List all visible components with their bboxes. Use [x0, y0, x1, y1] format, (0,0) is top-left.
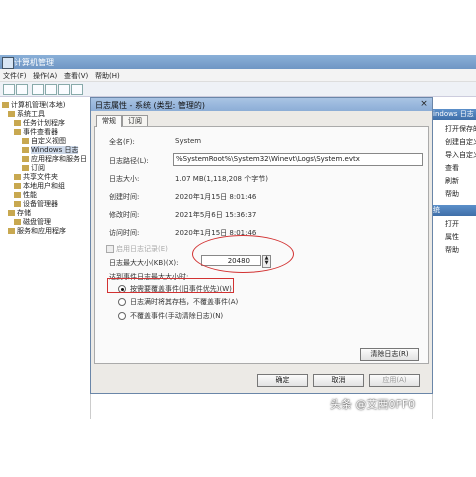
event-viewer-icon — [14, 129, 21, 135]
archive-when-full-radio[interactable] — [118, 298, 126, 306]
computer-icon — [2, 102, 9, 108]
created-value: 2020年1月15日 8:01:46 — [175, 193, 257, 201]
action-refresh[interactable]: 刷新 — [445, 176, 459, 186]
action-create-custom[interactable]: 创建自定义 — [445, 137, 476, 147]
window-title: 计算机管理 — [14, 58, 54, 67]
dialog-title: 日志属性 - 系统 (类型: 管理的) — [95, 101, 205, 110]
subscription-icon — [22, 165, 29, 171]
dialog-titlebar: 日志属性 - 系统 (类型: 管理的) × — [91, 98, 432, 111]
back-icon[interactable] — [3, 84, 15, 95]
clear-log-button[interactable]: 清除日志(R) — [360, 348, 419, 361]
navigation-tree: 计算机管理(本地) 系统工具 任务计划程序 事件查看器 自定义视图 Window… — [0, 97, 91, 419]
storage-icon — [8, 210, 15, 216]
ok-button[interactable]: 确定 — [257, 374, 308, 387]
full-name-label: 全名(F): — [109, 138, 135, 146]
action-help-2[interactable]: 帮助 — [445, 245, 459, 255]
apply-button[interactable]: 应用(A) — [369, 374, 420, 387]
modified-label: 修改时间: — [109, 211, 140, 219]
action-open[interactable]: 打开 — [445, 219, 459, 229]
clock-icon — [14, 120, 21, 126]
highlight-oval — [192, 235, 294, 273]
full-name-value: System — [175, 137, 202, 145]
disk-icon — [14, 219, 21, 225]
action-import-custom[interactable]: 导入自定义 — [445, 150, 476, 160]
device-icon — [14, 201, 21, 207]
toolbar — [0, 82, 476, 97]
action-properties[interactable]: 属性 — [445, 232, 459, 242]
folder-icon — [22, 138, 29, 144]
log-size-value: 1.07 MB(1,118,208 个字节) — [175, 175, 268, 183]
do-not-overwrite-label: 不覆盖事件(手动清除日志)(N) — [130, 312, 224, 320]
modified-value: 2021年5月6日 15:36:37 — [175, 211, 257, 219]
computer-management-icon — [2, 57, 14, 69]
cancel-button[interactable]: 取消 — [313, 374, 364, 387]
forward-icon[interactable] — [16, 84, 28, 95]
watermark: 头条 @艾西0FF0 — [330, 398, 416, 411]
action-open-saved[interactable]: 打开保存的 — [445, 124, 476, 134]
created-label: 创建时间: — [109, 193, 140, 201]
properties-icon[interactable] — [58, 84, 70, 95]
action-view[interactable]: 查看 — [445, 163, 459, 173]
help-icon[interactable] — [71, 84, 83, 95]
close-icon[interactable]: × — [419, 99, 429, 109]
performance-icon — [14, 192, 21, 198]
max-size-label: 日志最大大小(KB)(X): — [109, 259, 179, 267]
actions-header-logs: indows 日志 — [433, 109, 476, 120]
action-help[interactable]: 帮助 — [445, 189, 459, 199]
enable-logging-checkbox[interactable] — [106, 245, 114, 253]
menu-view[interactable]: 查看(V) — [64, 71, 88, 81]
actions-pane: indows 日志 打开保存的 创建自定义 导入自定义 查看 刷新 帮助 统 打… — [432, 97, 476, 419]
highlight-box — [107, 278, 234, 293]
tab-general[interactable]: 常规 — [96, 115, 122, 127]
folder-icon — [22, 147, 29, 153]
log-path-field[interactable]: %SystemRoot%\System32\Winevt\Logs\System… — [173, 153, 423, 166]
users-icon — [14, 183, 21, 189]
enable-logging-label: 启用日志记录(E) — [116, 245, 168, 253]
log-size-label: 日志大小: — [109, 175, 140, 183]
folder-icon — [22, 156, 29, 162]
actions-header-system: 统 — [433, 205, 476, 216]
archive-when-full-label: 日志满时将其存档，不覆盖事件(A) — [130, 298, 239, 306]
do-not-overwrite-radio[interactable] — [118, 312, 126, 320]
folder-icon — [14, 174, 21, 180]
up-folder-icon[interactable] — [32, 84, 44, 95]
window-titlebar: 计算机管理 — [0, 55, 476, 69]
accessed-label: 访问时间: — [109, 229, 140, 237]
tree-item-services-apps[interactable]: 服务和应用程序 — [8, 226, 66, 236]
tools-icon — [8, 111, 15, 117]
menu-action[interactable]: 操作(A) — [33, 71, 57, 81]
show-tree-icon[interactable] — [45, 84, 57, 95]
menu-help[interactable]: 帮助(H) — [95, 71, 120, 81]
menu-bar: 文件(F) 操作(A) 查看(V) 帮助(H) — [0, 69, 476, 82]
log-path-label: 日志路径(L): — [109, 157, 149, 165]
services-icon — [8, 228, 15, 234]
menu-file[interactable]: 文件(F) — [3, 71, 27, 81]
